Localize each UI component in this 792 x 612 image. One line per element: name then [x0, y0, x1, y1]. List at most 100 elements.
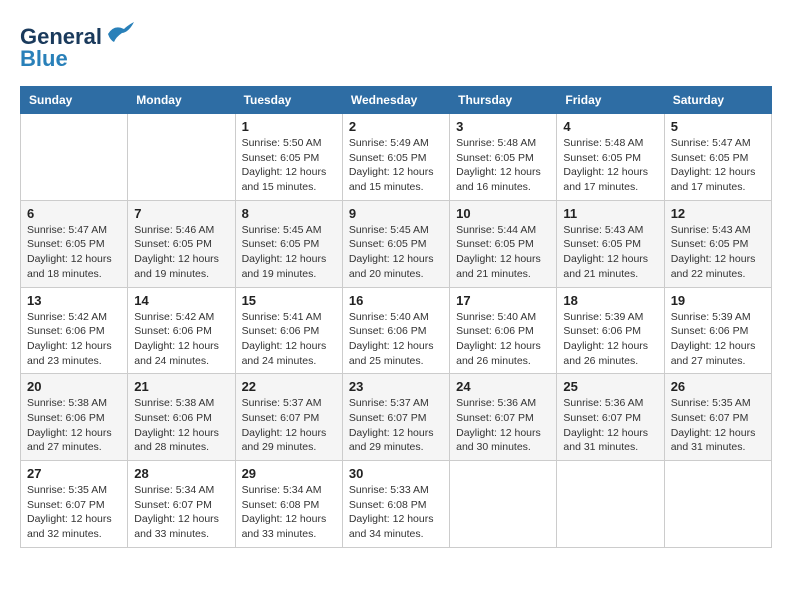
calendar-cell: 29 Sunrise: 5:34 AM Sunset: 6:08 PM Dayli…	[235, 461, 342, 548]
day-info: Sunrise: 5:43 AM Sunset: 6:05 PM Dayligh…	[671, 223, 765, 282]
calendar-cell: 28 Sunrise: 5:34 AM Sunset: 6:07 PM Dayli…	[128, 461, 235, 548]
calendar-cell	[557, 461, 664, 548]
calendar-cell: 5 Sunrise: 5:47 AM Sunset: 6:05 PM Daylig…	[664, 114, 771, 201]
day-info: Sunrise: 5:37 AM Sunset: 6:07 PM Dayligh…	[242, 396, 336, 455]
page-header: General Blue	[20, 20, 772, 70]
day-number: 28	[134, 466, 228, 481]
calendar-cell: 25 Sunrise: 5:36 AM Sunset: 6:07 PM Dayli…	[557, 374, 664, 461]
day-info: Sunrise: 5:48 AM Sunset: 6:05 PM Dayligh…	[456, 136, 550, 195]
day-info: Sunrise: 5:33 AM Sunset: 6:08 PM Dayligh…	[349, 483, 443, 542]
day-number: 14	[134, 293, 228, 308]
logo: General Blue	[20, 20, 136, 70]
day-number: 20	[27, 379, 121, 394]
day-number: 26	[671, 379, 765, 394]
day-number: 13	[27, 293, 121, 308]
day-number: 23	[349, 379, 443, 394]
calendar-cell	[664, 461, 771, 548]
calendar-week-5: 27 Sunrise: 5:35 AM Sunset: 6:07 PM Dayli…	[21, 461, 772, 548]
logo-bird-icon	[104, 20, 136, 46]
day-info: Sunrise: 5:41 AM Sunset: 6:06 PM Dayligh…	[242, 310, 336, 369]
day-info: Sunrise: 5:46 AM Sunset: 6:05 PM Dayligh…	[134, 223, 228, 282]
calendar-cell: 14 Sunrise: 5:42 AM Sunset: 6:06 PM Dayli…	[128, 287, 235, 374]
day-info: Sunrise: 5:37 AM Sunset: 6:07 PM Dayligh…	[349, 396, 443, 455]
day-number: 22	[242, 379, 336, 394]
calendar-cell: 3Sunrise: 5:48 AM Sunset: 6:05 PM Daylig…	[450, 114, 557, 201]
day-info: Sunrise: 5:38 AM Sunset: 6:06 PM Dayligh…	[134, 396, 228, 455]
day-info: Sunrise: 5:47 AM Sunset: 6:05 PM Dayligh…	[27, 223, 121, 282]
day-number: 30	[349, 466, 443, 481]
calendar-header-row: SundayMondayTuesdayWednesdayThursdayFrid…	[21, 87, 772, 114]
calendar-cell: 30 Sunrise: 5:33 AM Sunset: 6:08 PM Dayli…	[342, 461, 449, 548]
calendar-cell: 2 Sunrise: 5:49 AM Sunset: 6:05 PM Daylig…	[342, 114, 449, 201]
calendar-cell: 11 Sunrise: 5:43 AM Sunset: 6:05 PM Dayli…	[557, 200, 664, 287]
calendar-cell: 27 Sunrise: 5:35 AM Sunset: 6:07 PM Dayli…	[21, 461, 128, 548]
calendar-week-1: 1 Sunrise: 5:50 AM Sunset: 6:05 PM Daylig…	[21, 114, 772, 201]
calendar-cell: 6 Sunrise: 5:47 AM Sunset: 6:05 PM Daylig…	[21, 200, 128, 287]
day-info: Sunrise: 5:38 AM Sunset: 6:06 PM Dayligh…	[27, 396, 121, 455]
calendar-cell: 20 Sunrise: 5:38 AM Sunset: 6:06 PM Dayli…	[21, 374, 128, 461]
calendar-cell: 17 Sunrise: 5:40 AM Sunset: 6:06 PM Dayli…	[450, 287, 557, 374]
day-number: 1	[242, 119, 336, 134]
day-info: Sunrise: 5:35 AM Sunset: 6:07 PM Dayligh…	[27, 483, 121, 542]
day-number: 24	[456, 379, 550, 394]
calendar-cell: 22 Sunrise: 5:37 AM Sunset: 6:07 PM Dayli…	[235, 374, 342, 461]
day-number: 18	[563, 293, 657, 308]
calendar-cell: 9 Sunrise: 5:45 AM Sunset: 6:05 PM Daylig…	[342, 200, 449, 287]
calendar-cell: 12Sunrise: 5:43 AM Sunset: 6:05 PM Dayli…	[664, 200, 771, 287]
calendar-header-monday: Monday	[128, 87, 235, 114]
day-number: 16	[349, 293, 443, 308]
day-info: Sunrise: 5:48 AM Sunset: 6:05 PM Dayligh…	[563, 136, 657, 195]
day-info: Sunrise: 5:42 AM Sunset: 6:06 PM Dayligh…	[134, 310, 228, 369]
day-info: Sunrise: 5:44 AM Sunset: 6:05 PM Dayligh…	[456, 223, 550, 282]
day-info: Sunrise: 5:50 AM Sunset: 6:05 PM Dayligh…	[242, 136, 336, 195]
calendar-cell: 10 Sunrise: 5:44 AM Sunset: 6:05 PM Dayli…	[450, 200, 557, 287]
calendar-cell: 19 Sunrise: 5:39 AM Sunset: 6:06 PM Dayli…	[664, 287, 771, 374]
day-info: Sunrise: 5:36 AM Sunset: 6:07 PM Dayligh…	[456, 396, 550, 455]
calendar-cell: 26 Sunrise: 5:35 AM Sunset: 6:07 PM Dayli…	[664, 374, 771, 461]
calendar-cell: 1 Sunrise: 5:50 AM Sunset: 6:05 PM Daylig…	[235, 114, 342, 201]
day-number: 6	[27, 206, 121, 221]
day-info: Sunrise: 5:39 AM Sunset: 6:06 PM Dayligh…	[671, 310, 765, 369]
day-number: 19	[671, 293, 765, 308]
calendar-header-friday: Friday	[557, 87, 664, 114]
day-number: 5	[671, 119, 765, 134]
calendar-cell: 4 Sunrise: 5:48 AM Sunset: 6:05 PM Daylig…	[557, 114, 664, 201]
day-info: Sunrise: 5:34 AM Sunset: 6:07 PM Dayligh…	[134, 483, 228, 542]
day-info: Sunrise: 5:40 AM Sunset: 6:06 PM Dayligh…	[456, 310, 550, 369]
day-number: 21	[134, 379, 228, 394]
calendar-cell	[450, 461, 557, 548]
day-info: Sunrise: 5:45 AM Sunset: 6:05 PM Dayligh…	[349, 223, 443, 282]
day-number: 8	[242, 206, 336, 221]
day-info: Sunrise: 5:49 AM Sunset: 6:05 PM Dayligh…	[349, 136, 443, 195]
day-number: 11	[563, 206, 657, 221]
calendar-cell: 13 Sunrise: 5:42 AM Sunset: 6:06 PM Dayli…	[21, 287, 128, 374]
calendar-cell	[128, 114, 235, 201]
calendar-cell: 16Sunrise: 5:40 AM Sunset: 6:06 PM Dayli…	[342, 287, 449, 374]
day-number: 27	[27, 466, 121, 481]
day-number: 25	[563, 379, 657, 394]
calendar-week-4: 20 Sunrise: 5:38 AM Sunset: 6:06 PM Dayli…	[21, 374, 772, 461]
day-number: 10	[456, 206, 550, 221]
day-info: Sunrise: 5:34 AM Sunset: 6:08 PM Dayligh…	[242, 483, 336, 542]
day-info: Sunrise: 5:45 AM Sunset: 6:05 PM Dayligh…	[242, 223, 336, 282]
calendar-cell: 18 Sunrise: 5:39 AM Sunset: 6:06 PM Dayli…	[557, 287, 664, 374]
day-number: 9	[349, 206, 443, 221]
calendar-table: SundayMondayTuesdayWednesdayThursdayFrid…	[20, 86, 772, 548]
calendar-header-thursday: Thursday	[450, 87, 557, 114]
day-info: Sunrise: 5:47 AM Sunset: 6:05 PM Dayligh…	[671, 136, 765, 195]
calendar-header-tuesday: Tuesday	[235, 87, 342, 114]
day-info: Sunrise: 5:39 AM Sunset: 6:06 PM Dayligh…	[563, 310, 657, 369]
day-info: Sunrise: 5:35 AM Sunset: 6:07 PM Dayligh…	[671, 396, 765, 455]
day-number: 4	[563, 119, 657, 134]
calendar-cell: 21 Sunrise: 5:38 AM Sunset: 6:06 PM Dayli…	[128, 374, 235, 461]
calendar-header-wednesday: Wednesday	[342, 87, 449, 114]
day-number: 17	[456, 293, 550, 308]
day-number: 2	[349, 119, 443, 134]
calendar-week-3: 13 Sunrise: 5:42 AM Sunset: 6:06 PM Dayli…	[21, 287, 772, 374]
day-number: 29	[242, 466, 336, 481]
day-info: Sunrise: 5:36 AM Sunset: 6:07 PM Dayligh…	[563, 396, 657, 455]
day-info: Sunrise: 5:43 AM Sunset: 6:05 PM Dayligh…	[563, 223, 657, 282]
logo-text-blue: Blue	[20, 48, 136, 70]
logo-container: General Blue	[20, 20, 136, 70]
day-info: Sunrise: 5:42 AM Sunset: 6:06 PM Dayligh…	[27, 310, 121, 369]
